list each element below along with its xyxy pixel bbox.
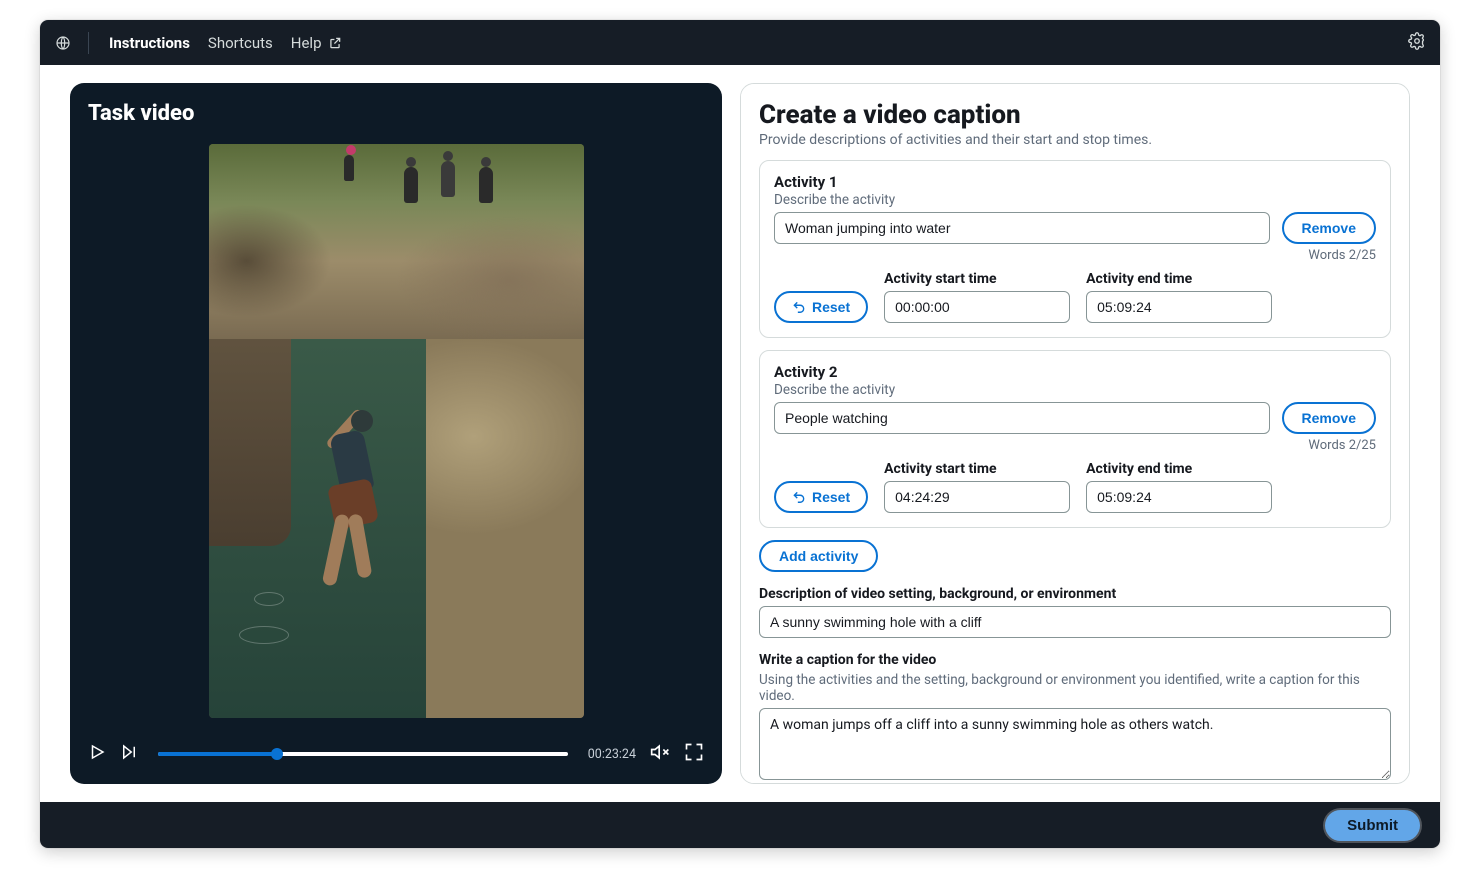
end-time-label: Activity end time	[1086, 461, 1272, 477]
reset-label: Reset	[812, 489, 850, 505]
start-time-input[interactable]	[884, 291, 1070, 323]
play-button[interactable]	[88, 743, 106, 765]
nav-help-label: Help	[291, 34, 322, 52]
setting-label: Description of video setting, background…	[759, 586, 1391, 602]
end-time-label: Activity end time	[1086, 271, 1272, 287]
activity-title: Activity 2	[774, 363, 1376, 381]
play-icon	[88, 743, 106, 761]
video-panel-title: Task video	[88, 101, 704, 126]
external-link-icon	[328, 36, 342, 50]
activity-card: Activity 1 Describe the activity Remove …	[759, 160, 1391, 338]
video-controls: 00:23:24	[88, 738, 704, 770]
reset-button[interactable]: Reset	[774, 481, 868, 513]
video-frame[interactable]	[209, 144, 584, 718]
video-progress-slider[interactable]	[158, 752, 568, 756]
settings-button[interactable]	[1408, 32, 1426, 54]
add-activity-button[interactable]: Add activity	[759, 540, 878, 572]
nav-shortcuts[interactable]: Shortcuts	[208, 34, 273, 52]
reset-label: Reset	[812, 299, 850, 315]
remove-activity-button[interactable]: Remove	[1282, 402, 1376, 434]
form-title: Create a video caption	[759, 100, 1391, 130]
start-time-label: Activity start time	[884, 271, 1070, 287]
activity-description-input[interactable]	[774, 402, 1270, 434]
start-time-label: Activity start time	[884, 461, 1070, 477]
undo-icon	[792, 490, 806, 504]
skip-end-icon	[120, 743, 138, 761]
top-nav: Instructions Shortcuts Help	[40, 20, 1440, 65]
nav-instructions[interactable]: Instructions	[109, 34, 190, 52]
activity-description-input[interactable]	[774, 212, 1270, 244]
reset-button[interactable]: Reset	[774, 291, 868, 323]
form-subtitle: Provide descriptions of activities and t…	[759, 132, 1391, 148]
gear-icon	[1408, 32, 1426, 50]
caption-help: Using the activities and the setting, ba…	[759, 672, 1391, 704]
start-time-input[interactable]	[884, 481, 1070, 513]
end-time-input[interactable]	[1086, 481, 1272, 513]
mute-button[interactable]	[650, 742, 670, 766]
activity-card: Activity 2 Describe the activity Remove …	[759, 350, 1391, 528]
remove-activity-button[interactable]: Remove	[1282, 212, 1376, 244]
video-panel: Task video	[70, 83, 722, 784]
skip-end-button[interactable]	[120, 743, 138, 765]
word-count: Words 2/25	[774, 438, 1376, 453]
fullscreen-button[interactable]	[684, 742, 704, 766]
caption-label: Write a caption for the video	[759, 652, 1391, 668]
video-stage	[88, 140, 704, 722]
end-time-input[interactable]	[1086, 291, 1272, 323]
describe-label: Describe the activity	[774, 192, 1376, 208]
setting-input[interactable]	[759, 606, 1391, 638]
word-count: Words 2/25	[774, 248, 1376, 263]
undo-icon	[792, 300, 806, 314]
submit-button[interactable]: Submit	[1325, 810, 1420, 841]
activity-title: Activity 1	[774, 173, 1376, 191]
form-panel: Create a video caption Provide descripti…	[740, 83, 1410, 784]
fullscreen-icon	[684, 742, 704, 762]
volume-mute-icon	[650, 742, 670, 762]
footer-bar: Submit	[40, 802, 1440, 848]
video-timecode: 00:23:24	[588, 747, 636, 762]
caption-textarea[interactable]	[759, 708, 1391, 780]
describe-label: Describe the activity	[774, 382, 1376, 398]
nav-divider	[88, 32, 89, 54]
nav-help[interactable]: Help	[291, 34, 342, 52]
brand-icon	[54, 34, 72, 52]
